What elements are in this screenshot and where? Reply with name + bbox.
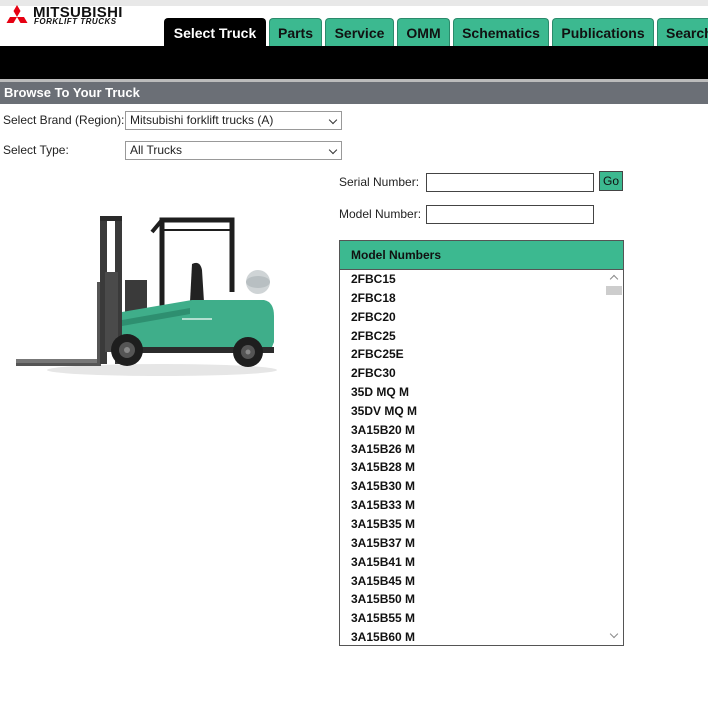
scroll-up-arrow-icon[interactable] bbox=[609, 274, 619, 284]
model-number-item[interactable]: 35D MQ M bbox=[340, 383, 606, 402]
model-number-item[interactable]: 2FBC20 bbox=[340, 308, 606, 327]
model-numbers-list[interactable]: 2FBC15 2FBC18 2FBC20 2FBC25 2FBC25E 2FBC30 35D… bbox=[340, 270, 606, 645]
type-select[interactable]: All Trucks bbox=[125, 141, 342, 160]
model-number-item[interactable]: 3A15B41 M bbox=[340, 553, 606, 572]
brand-subtitle: FORKLIFT TRUCKS bbox=[34, 17, 117, 26]
model-number-item[interactable]: 3A15B28 M bbox=[340, 458, 606, 477]
forklift-image bbox=[16, 216, 277, 376]
tab-parts[interactable]: Parts bbox=[269, 18, 322, 46]
tab-omm[interactable]: OMM bbox=[397, 18, 450, 46]
model-number-item[interactable]: 3A15B35 M bbox=[340, 515, 606, 534]
model-number-input[interactable] bbox=[426, 205, 594, 224]
model-number-item[interactable]: 35DV MQ M bbox=[340, 402, 606, 421]
model-number-item[interactable]: 3A15B45 M bbox=[340, 572, 606, 591]
model-number-item[interactable]: 3A15B33 M bbox=[340, 496, 606, 515]
chevron-down-icon bbox=[328, 145, 338, 155]
model-number-item[interactable]: 2FBC25E bbox=[340, 345, 606, 364]
type-value: All Trucks bbox=[130, 143, 183, 157]
model-number-item[interactable]: 2FBC15 bbox=[340, 270, 606, 289]
tab-publications[interactable]: Publications bbox=[552, 18, 654, 46]
model-list-scrollbar[interactable] bbox=[606, 270, 623, 645]
model-number-item[interactable]: 2FBC25 bbox=[340, 327, 606, 346]
model-numbers-panel: Model Numbers 2FBC15 2FBC18 2FBC20 2FBC25 2F… bbox=[339, 240, 624, 646]
three-diamond-logo-icon bbox=[6, 5, 28, 23]
brand-region-value: Mitsubishi forklift trucks (A) bbox=[130, 113, 274, 127]
model-number-label: Model Number: bbox=[339, 207, 422, 221]
go-button[interactable]: Go bbox=[599, 171, 623, 191]
brand-region-select[interactable]: Mitsubishi forklift trucks (A) bbox=[125, 111, 342, 130]
model-number-item[interactable]: 3A15B60 M bbox=[340, 628, 606, 645]
model-number-item[interactable]: 3A15B55 M bbox=[340, 609, 606, 628]
model-numbers-header: Model Numbers bbox=[340, 241, 623, 270]
model-number-item[interactable]: 3A15B30 M bbox=[340, 477, 606, 496]
scroll-down-arrow-icon[interactable] bbox=[609, 629, 619, 639]
mitsubishi-logo[interactable]: MITSUBISHI FORKLIFT TRUCKS bbox=[3, 4, 153, 27]
tab-select-truck[interactable]: Select Truck bbox=[164, 18, 266, 46]
chevron-down-icon bbox=[328, 115, 338, 125]
nav-bar bbox=[0, 46, 708, 79]
model-number-item[interactable]: 3A15B26 M bbox=[340, 440, 606, 459]
serial-number-label: Serial Number: bbox=[339, 175, 420, 189]
serial-number-input[interactable] bbox=[426, 173, 594, 192]
brand-region-label: Select Brand (Region): bbox=[3, 113, 125, 127]
tab-service[interactable]: Service bbox=[325, 18, 394, 46]
tab-schematics[interactable]: Schematics bbox=[453, 18, 549, 46]
model-number-item[interactable]: 3A15B20 M bbox=[340, 421, 606, 440]
type-label: Select Type: bbox=[3, 143, 69, 157]
scroll-thumb[interactable] bbox=[606, 286, 622, 295]
tab-search[interactable]: Search bbox=[657, 18, 708, 46]
model-number-item[interactable]: 2FBC18 bbox=[340, 289, 606, 308]
model-number-item[interactable]: 2FBC30 bbox=[340, 364, 606, 383]
model-number-item[interactable]: 3A15B37 M bbox=[340, 534, 606, 553]
model-number-item[interactable]: 3A15B50 M bbox=[340, 590, 606, 609]
section-title: Browse To Your Truck bbox=[0, 82, 708, 104]
